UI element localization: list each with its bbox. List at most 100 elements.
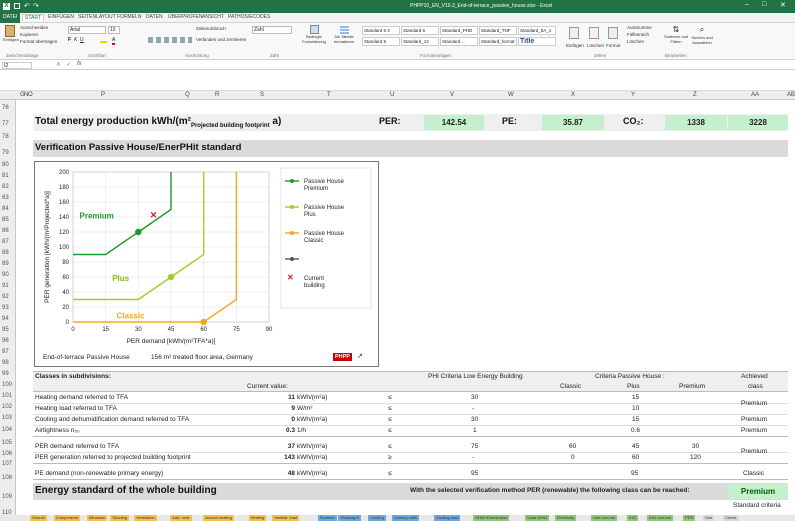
sheet-tab[interactable]: Cooling [368, 515, 386, 521]
tab-page-layout[interactable]: SEITENLAYOUT [78, 14, 116, 20]
expand-icon[interactable]: ↗ [357, 352, 363, 360]
close-icon[interactable]: ✕ [780, 1, 786, 9]
style-cell[interactable]: Standard_format [479, 37, 517, 46]
tab-start[interactable]: START [22, 14, 44, 21]
row-header[interactable]: 105 [0, 440, 16, 446]
column-header[interactable]: T [327, 92, 331, 98]
row-header[interactable]: 97 [0, 349, 16, 355]
per-value[interactable]: 142.54 [424, 115, 484, 130]
row-header[interactable]: 83 [0, 195, 16, 201]
row-header[interactable]: 94 [0, 316, 16, 322]
row-value[interactable]: 0 [263, 416, 295, 423]
style-cell[interactable]: Standard_12 [401, 37, 439, 46]
minimize-icon[interactable]: – [745, 1, 749, 8]
column-header[interactable]: P [101, 92, 105, 98]
row-header[interactable]: 81 [0, 173, 16, 179]
column-header[interactable]: S [260, 92, 264, 98]
column-header[interactable]: Z [693, 92, 697, 98]
row-header[interactable]: 87 [0, 239, 16, 245]
column-header[interactable]: O [28, 92, 33, 98]
column-header[interactable]: X [571, 92, 575, 98]
format-as-table-button[interactable]: Als Tabelle formatieren [330, 25, 358, 51]
sheet-tab[interactable]: Cooling units [391, 515, 420, 521]
enter-icon[interactable]: ✓ [66, 61, 71, 68]
row-value[interactable]: 9 [263, 405, 295, 412]
row-header[interactable]: 108 [0, 475, 16, 481]
row-value[interactable]: 48 [263, 470, 295, 477]
column-header[interactable]: Q [185, 92, 190, 98]
sheet-tab[interactable]: Shading [110, 515, 130, 521]
save-icon[interactable] [14, 3, 20, 9]
align-icons[interactable] [148, 37, 192, 43]
sheet-tab[interactable]: Electricity [554, 515, 577, 521]
row-header[interactable]: 106 [0, 451, 16, 457]
font-color-icon[interactable]: A [112, 37, 116, 45]
sheet-tab[interactable]: Add. vent. [170, 515, 193, 521]
sheet-tab[interactable]: Windows [86, 515, 107, 521]
sheet-tab[interactable]: Annual heating [203, 515, 234, 521]
undo-icon[interactable]: ↶ [24, 2, 30, 10]
style-cell[interactable]: Standard 8 [362, 37, 400, 46]
cut-button[interactable]: Ausschneiden [20, 25, 48, 30]
row-header[interactable]: 92 [0, 294, 16, 300]
sheet-tab[interactable]: Overall [30, 515, 47, 521]
tab-view[interactable]: ANSICHT [202, 14, 224, 20]
tab-pathos[interactable]: PATHOS/ECODES [228, 14, 270, 20]
sheet-tab[interactable]: Use [703, 515, 715, 521]
row-header[interactable]: 88 [0, 250, 16, 256]
paste-button[interactable]: Einfügen [3, 25, 19, 47]
row-header[interactable]: 91 [0, 283, 16, 289]
formula-input[interactable] [88, 62, 788, 69]
column-header[interactable]: U [390, 92, 394, 98]
style-cell[interactable]: Standard 5 4 [362, 26, 400, 35]
sheet-tab[interactable]: Shading-S [338, 515, 361, 521]
row-header[interactable]: 84 [0, 206, 16, 212]
row-header[interactable]: 90 [0, 272, 16, 278]
cancel-icon[interactable]: ✕ [56, 61, 61, 68]
style-cell[interactable]: Standard_5A_1 [518, 26, 556, 35]
sheet-tab[interactable]: Ventilation [134, 515, 157, 521]
pe-value[interactable]: 35.87 [542, 115, 604, 130]
row-header[interactable]: 107 [0, 461, 16, 467]
tab-review[interactable]: ÜBERPRÜFEN [168, 14, 202, 20]
sheet-tab[interactable]: Ventilat. load [272, 515, 300, 521]
row-header[interactable]: 89 [0, 261, 16, 267]
row-value[interactable]: 37 [263, 443, 295, 450]
sheet-tab[interactable]: PER [683, 515, 696, 521]
row-header[interactable]: 82 [0, 184, 16, 190]
bold-button[interactable]: F [68, 37, 71, 43]
style-cell[interactable]: Standard_PHD [440, 26, 478, 35]
sort-filter-button[interactable]: ⇅ Sortieren und Filtern [664, 25, 688, 51]
energy-standard-result[interactable]: Premium [728, 484, 788, 499]
row-header[interactable]: 78 [0, 134, 16, 140]
row-value[interactable]: 11 [263, 394, 295, 401]
maximize-icon[interactable]: □ [762, 1, 766, 8]
sheet-tab[interactable]: Check [723, 515, 739, 521]
row-header[interactable]: 95 [0, 327, 16, 333]
sheet-tab[interactable]: Summer [317, 515, 337, 521]
column-header[interactable]: AB [787, 92, 795, 98]
fx-icon[interactable]: fx [77, 61, 82, 67]
fill-button[interactable]: Füllbereich [627, 32, 649, 37]
sheet-tab[interactable]: DHW+Distribution [473, 515, 510, 521]
underline-button[interactable]: U [80, 37, 84, 43]
row-header[interactable]: 93 [0, 305, 16, 311]
row-value[interactable]: 143 [263, 454, 295, 461]
conditional-format-button[interactable]: Bedingte Formatierung [300, 25, 328, 51]
tab-data[interactable]: DATEN [146, 14, 163, 20]
insert-cells-button[interactable]: Einfügen [566, 43, 584, 48]
format-painter-button[interactable]: Format übertragen [20, 39, 57, 44]
row-header[interactable]: 102 [0, 404, 16, 410]
co2-value[interactable]: 1338 [665, 115, 727, 130]
fill-color-icon[interactable] [100, 37, 107, 43]
row-header[interactable]: 109 [0, 494, 16, 500]
style-cell[interactable]: Standard ... [440, 37, 478, 46]
tab-file[interactable]: DATEI [0, 13, 21, 23]
column-header[interactable]: V [450, 92, 454, 98]
row-header[interactable]: 96 [0, 338, 16, 344]
tab-insert[interactable]: EINFÜGEN [48, 14, 74, 20]
redo-icon[interactable]: ↷ [33, 2, 39, 10]
merge-center-button[interactable]: Verbinden und zentrieren [196, 37, 246, 42]
find-select-button[interactable]: ⌕ Suchen und Auswählen [690, 25, 714, 51]
style-cell-title[interactable]: Title [518, 37, 556, 46]
